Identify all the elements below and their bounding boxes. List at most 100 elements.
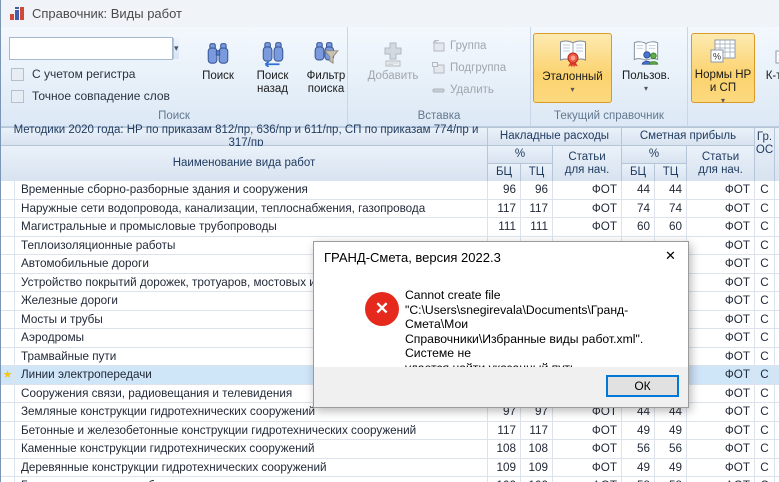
favorite-star-icon	[1, 403, 15, 421]
favorite-star-icon	[1, 384, 15, 402]
cell-nr-tc: 109	[521, 458, 553, 476]
button-label: Нормы НР и СП	[694, 69, 752, 94]
cell-nr-tc: 117	[521, 199, 553, 217]
user-book-button[interactable]: Пользов. ▾	[615, 33, 677, 103]
table-row[interactable]: Каменные конструкции гидротехнических со…	[1, 440, 779, 459]
cell-nr-article: ФОТ	[553, 458, 622, 476]
checkbox-box[interactable]	[11, 89, 24, 103]
search-input[interactable]	[10, 38, 173, 59]
table-row[interactable]: Бетонные и железобетонные конструкции ги…	[1, 421, 779, 440]
column-header-gros: Гр. ОС	[755, 128, 775, 182]
cell-sp-article: ФОТ	[687, 329, 755, 347]
binoculars-back-icon	[260, 33, 286, 67]
cell-sp-bc: 60	[622, 218, 655, 236]
cell-group-os: С	[755, 329, 775, 347]
insert-subgroup-button[interactable]: Подгруппа	[432, 58, 528, 78]
cell-work-name: Бетонные и железобетонные конструкции ги…	[15, 421, 488, 439]
cell-edge	[775, 181, 779, 199]
table-row[interactable]: Наружные сети водопровода, канализации, …	[1, 199, 779, 218]
cell-nr-bc: 96	[488, 181, 521, 199]
cell-edge	[775, 440, 779, 458]
column-header-tc-sp: ТЦ	[655, 164, 687, 182]
cell-sp-tc: 56	[655, 440, 687, 458]
cell-group-os: С	[755, 421, 775, 439]
find-filter-button[interactable]: Фильтр поиска	[299, 33, 353, 103]
button-label: Пользов.	[622, 70, 670, 82]
cell-edge	[775, 200, 779, 218]
cell-edge	[775, 477, 779, 482]
exact-match-checkbox[interactable]: Точное совпадение слов	[11, 89, 170, 103]
group-label-current: Текущий справочник	[554, 110, 664, 122]
cell-nr-bc: 102	[488, 477, 521, 482]
column-header-percent-nr: %	[488, 146, 553, 164]
favorite-star-icon	[1, 477, 15, 482]
chevron-down-icon: ▾	[720, 96, 725, 105]
case-sensitive-checkbox[interactable]: С учетом регистра	[11, 67, 135, 81]
ribbon-group-search: ▾ С учетом регистра Точное совпадение сл…	[1, 27, 348, 126]
favorite-star-icon	[1, 236, 15, 254]
ok-button[interactable]: ОК	[606, 375, 679, 397]
cell-sp-article: ФОТ	[687, 292, 755, 310]
cell-group-os: С	[755, 458, 775, 476]
column-header-edge	[775, 128, 779, 182]
find-button[interactable]: Поиск	[192, 33, 244, 103]
favorite-star-icon	[1, 347, 15, 365]
favorite-star-icon	[1, 292, 15, 310]
cell-edge	[775, 403, 779, 421]
cell-nr-bc: 109	[488, 458, 521, 476]
binoculars-icon	[205, 33, 231, 67]
ribbon-group-insert: Добавить Группа Подгруппа Удалить Вставк…	[348, 27, 531, 126]
coefficients-button[interactable]: К К-т НР и ▾	[758, 33, 779, 103]
table-row[interactable]: Гидроизоляционные работы в гидротехничес…	[1, 477, 779, 482]
ribbon: ▾ С учетом регистра Точное совпадение сл…	[1, 27, 779, 127]
cell-group-os: С	[755, 255, 775, 273]
cell-nr-article: ФОТ	[553, 477, 622, 482]
group-folder-icon	[432, 40, 445, 52]
norms-button[interactable]: % Нормы НР и СП ▾	[691, 33, 755, 105]
reference-book-button[interactable]: Эталонный ▾	[533, 33, 612, 103]
button-label: Удалить	[450, 84, 494, 96]
add-button[interactable]: Добавить	[356, 33, 430, 103]
button-label: Добавить	[367, 70, 419, 82]
cell-edge	[775, 274, 779, 292]
chevron-down-icon: ▾	[643, 84, 648, 93]
cell-sp-bc: 49	[622, 458, 655, 476]
table-row[interactable]: Временные сборно-разборные здания и соор…	[1, 181, 779, 200]
favorite-star-icon	[1, 273, 15, 291]
cell-nr-article: ФОТ	[553, 218, 622, 236]
cell-sp-tc: 49	[655, 458, 687, 476]
checkbox-box[interactable]	[11, 67, 24, 81]
column-header-overhead: Накладные расходы	[488, 128, 622, 146]
checkbox-label: С учетом регистра	[32, 67, 136, 81]
cell-nr-tc: 108	[521, 440, 553, 458]
find-back-button[interactable]: Поиск назад	[246, 33, 299, 103]
user-book-icon	[631, 33, 661, 67]
table-row[interactable]: Деревянные конструкции гидротехнических …	[1, 458, 779, 477]
cell-work-name: Деревянные конструкции гидротехнических …	[15, 458, 488, 476]
column-header-percent-sp: %	[622, 146, 687, 164]
column-header-articles-nr: Статьи для нач.	[553, 146, 622, 182]
column-header-articles-sp: Статьи для нач.	[687, 146, 755, 182]
svg-text:%: %	[713, 52, 721, 62]
combo-dropdown-icon[interactable]: ▾	[173, 38, 179, 59]
button-label: Фильтр поиска	[306, 70, 346, 95]
cell-edge	[775, 385, 779, 403]
cell-sp-article: ФОТ	[687, 477, 755, 482]
close-icon[interactable]: ✕	[654, 243, 687, 269]
insert-group-button[interactable]: Группа	[432, 36, 528, 56]
cell-group-os: С	[755, 199, 775, 217]
dialog-message: Cannot create file "C:\Users\snegirevala…	[405, 288, 644, 375]
cell-sp-article: ФОТ	[687, 366, 755, 384]
search-combobox[interactable]: ▾	[9, 37, 179, 60]
favorite-star-icon	[1, 181, 15, 199]
dialog-title: ГРАНД-Смета, версия 2022.3	[324, 249, 501, 265]
subgroup-folder-icon	[432, 62, 445, 74]
cell-group-os: С	[755, 310, 775, 328]
delete-button[interactable]: Удалить	[432, 80, 528, 100]
table-row[interactable]: Магистральные и промысловые трубопроводы…	[1, 218, 779, 237]
cell-group-os: С	[755, 236, 775, 254]
cell-edge	[775, 218, 779, 236]
column-header-name: Наименование вида работ	[1, 146, 488, 182]
favorite-star-icon	[1, 440, 15, 458]
cell-group-os: С	[755, 292, 775, 310]
